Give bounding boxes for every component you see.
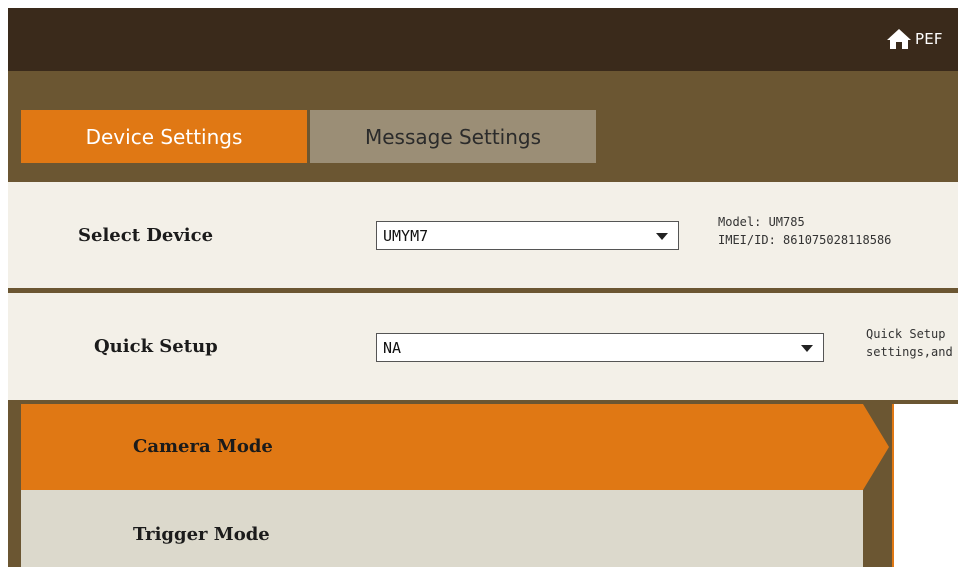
quick-setup-info: Quick Setup settings,and (866, 325, 953, 361)
device-select-value: UMYM7 (383, 226, 429, 245)
camera-mode-item[interactable]: Camera Mode (21, 404, 889, 490)
quick-setup-select-value: NA (383, 338, 402, 357)
dropdown-arrow-icon (656, 233, 668, 240)
tab-message-settings[interactable]: Message Settings (310, 110, 596, 163)
trigger-mode-item[interactable]: Trigger Mode (21, 490, 863, 567)
top-header-bar: PEF (8, 8, 958, 71)
quick-setup-info-line2: settings,and (866, 345, 953, 359)
mode-content-panel (892, 404, 958, 567)
tab-device-settings[interactable]: Device Settings (21, 110, 307, 163)
select-device-label: Select Device (78, 225, 214, 246)
quick-setup-row: Quick Setup NA Quick Setup settings,and (8, 293, 958, 400)
quick-setup-label: Quick Setup (94, 336, 218, 357)
device-select[interactable]: UMYM7 (376, 221, 679, 250)
device-imei-text: IMEI/ID: 861075028118586 (718, 233, 892, 247)
app-frame: PEF Device Settings Message Settings Sel… (8, 8, 958, 567)
trigger-mode-label: Trigger Mode (133, 524, 270, 545)
select-device-row: Select Device UMYM7 Model: UM785 IMEI/ID… (8, 182, 958, 288)
home-link[interactable]: PEF (886, 26, 943, 52)
device-info: Model: UM785 IMEI/ID: 861075028118586 (718, 213, 891, 249)
camera-mode-label: Camera Mode (133, 436, 273, 457)
home-icon (887, 29, 911, 49)
quick-setup-select[interactable]: NA (376, 333, 824, 362)
dropdown-arrow-icon (801, 345, 813, 352)
device-model-text: Model: UM785 (718, 215, 805, 229)
quick-setup-info-line1: Quick Setup (866, 327, 946, 341)
home-link-text: PEF (915, 30, 943, 48)
